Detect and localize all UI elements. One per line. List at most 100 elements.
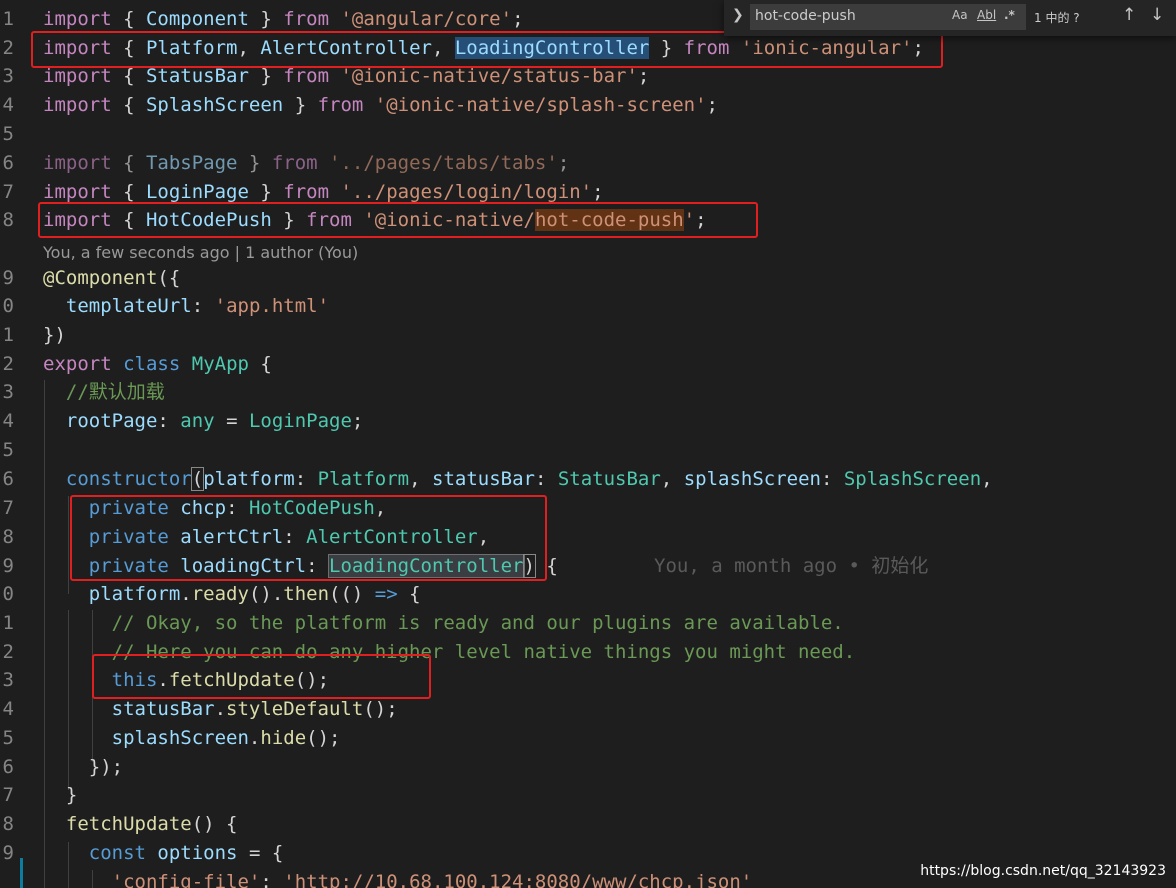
next-match-button[interactable]: ↓ [1150,5,1164,25]
line-number: 2 [2,37,14,59]
token: . [248,727,261,749]
inline-git-blame: You, a month ago • 初始化 [654,555,929,577]
token: import [43,152,112,174]
token: ; [592,181,604,203]
token: : [534,468,558,490]
token: : [157,410,181,432]
token: Platform [317,468,410,490]
line-number: 8 [2,526,14,548]
token: } [248,8,284,30]
line-number: 7 [2,181,14,203]
token: : [191,295,215,317]
line-number: 4 [2,94,14,116]
line-number: 7 [2,497,14,519]
token: const [88,842,146,864]
codelens-authors[interactable]: You, a few seconds ago | 1 author (You) [43,242,358,264]
token: } [248,65,284,87]
token: '../pages/login/login' [340,181,593,203]
line-number: 9 [2,842,14,864]
token: platform [203,468,295,490]
token: splashScreen [111,727,249,749]
regex-button[interactable]: .* [1004,8,1015,22]
code-line-20[interactable]: platform.ready().then(() => { [43,580,421,609]
line-number: 2 [2,353,14,375]
token: 'http://10.68.100.124:8080/www/chcp.json… [283,871,753,888]
token: (); [306,727,341,749]
code-line-29[interactable]: const options = { [43,839,284,868]
token: } [65,784,78,806]
line-number: 6 [2,152,14,174]
token: statusBar [432,468,535,490]
line-number-gutter: 1 2 3 4 5 6 7 8 9 0 1 2 3 4 5 6 7 8 9 0 1 2 3 4 5 6 7 8 9 [0,0,30,888]
token: . [180,583,192,605]
line-number: 5 [2,727,14,749]
match-case-button[interactable]: Aa [952,8,968,22]
token: 'app.html' [214,295,330,317]
token: StatusBar [145,65,249,87]
code-line-13[interactable]: //默认加载 [43,378,165,407]
code-line-11[interactable]: }) [43,321,66,350]
code-line-28[interactable]: fetchUpdate() { [43,810,238,839]
toggle-replace-chevron-icon[interactable]: ❯ [732,7,744,23]
token: LoginPage [145,181,249,203]
token: splashScreen [683,468,821,490]
token: //默认加载 [65,381,165,403]
token: { [111,8,146,30]
code-line-16[interactable]: constructor(platform: Platform, statusBa… [43,465,993,494]
token: = [214,410,249,432]
token: '../pages/tabs/tabs' [329,152,558,174]
git-modified-marker [20,858,23,888]
token: ({ [157,267,181,289]
token: , [981,468,993,490]
token: = { [237,842,284,864]
code-line-1[interactable]: import { Component } from '@angular/core… [43,5,524,34]
token: : [820,468,844,490]
token: statusBar [111,698,215,720]
code-line-25[interactable]: splashScreen.hide(); [43,724,341,753]
token: { [111,65,146,87]
code-line-27[interactable]: } [43,781,77,810]
token: from [271,152,318,174]
previous-match-button[interactable]: ↑ [1122,5,1136,25]
code-line-30[interactable]: 'config-file': 'http://10.68.100.124:808… [43,868,753,888]
token: }) [43,324,66,346]
token: styleDefault [226,698,364,720]
line-number: 9 [2,555,14,577]
code-line-4[interactable]: import { SplashScreen } from '@ionic-nat… [43,91,718,120]
token: import [43,181,112,203]
token: constructor [65,468,192,490]
line-number: 3 [2,65,14,87]
code-editor[interactable]: 1 2 3 4 5 6 7 8 9 0 1 2 3 4 5 6 7 8 9 0 1 2 3 4 5 6 7 8 9 import { C… [0,0,1176,888]
token: , [409,468,432,490]
code-line-6[interactable]: import { TabsPage } from '../pages/tabs/… [43,149,569,178]
code-line-10[interactable]: templateUrl: 'app.html' [43,292,329,321]
token: } [248,181,284,203]
line-number: 1 [2,612,14,634]
token: from [283,8,330,30]
code-line-26[interactable]: }); [43,753,123,782]
token: any [180,410,215,432]
matching-bracket: ( [190,467,205,491]
code-line-12[interactable]: export class MyApp { [43,350,272,379]
token: { [111,181,146,203]
code-line-21[interactable]: // Okay, so the platform is ready and ou… [43,609,844,638]
token: . [214,698,227,720]
token: } [237,152,272,174]
code-line-24[interactable]: statusBar.styleDefault(); [43,695,398,724]
code-line-14[interactable]: rootPage: any = LoginPage; [43,407,363,436]
find-widget: ❯ hot-code-push Aa Abl .* 1 中的 ? ↑ ↓ [724,0,1176,36]
token: SplashScreen [843,468,982,490]
whole-word-button[interactable]: Abl [977,8,996,22]
line-number: 3 [2,381,14,403]
token: { [248,353,272,375]
code-line-9[interactable]: @Component({ [43,264,180,293]
